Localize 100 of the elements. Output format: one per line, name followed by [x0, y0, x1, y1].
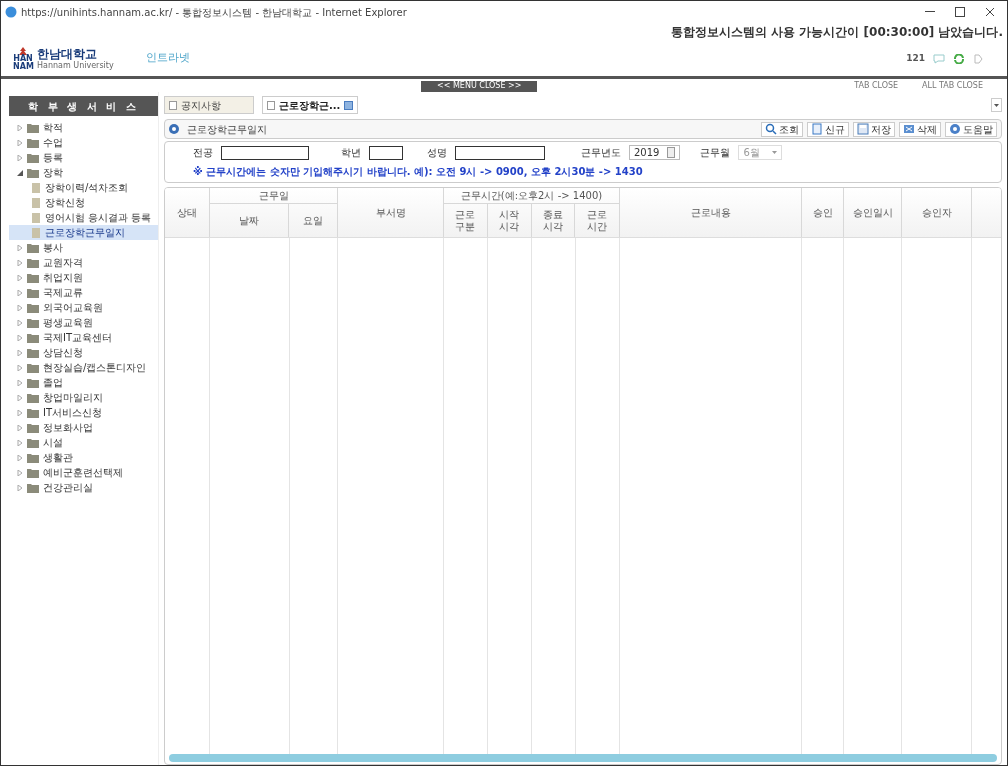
collapsed-arrow-icon[interactable]: [17, 139, 23, 146]
collapsed-arrow-icon[interactable]: [17, 274, 23, 281]
logo-text: 한남대학교: [37, 47, 98, 61]
sidebar-item[interactable]: 장학신청: [9, 195, 158, 210]
sidebar-item[interactable]: 국제교류: [9, 285, 158, 300]
toolbar-button[interactable]: 조회: [761, 121, 803, 137]
sidebar-item[interactable]: 졸업: [9, 375, 158, 390]
folder-icon: [27, 407, 39, 418]
collapsed-arrow-icon[interactable]: [17, 484, 23, 491]
sidebar-item[interactable]: 시설: [9, 435, 158, 450]
collapsed-arrow-icon[interactable]: [17, 469, 23, 476]
field-label: 근무월: [700, 146, 731, 160]
name-field[interactable]: [455, 145, 545, 160]
folder-icon: [27, 467, 39, 478]
caret-icon: [771, 151, 777, 154]
message-count: 121: [906, 51, 925, 65]
folder-icon: [27, 362, 39, 373]
sidebar-item[interactable]: 교원자격: [9, 255, 158, 270]
dropdown-icon[interactable]: [344, 100, 354, 110]
sidebar-item[interactable]: 수업: [9, 135, 158, 150]
folder-icon: [27, 332, 39, 343]
grade-field[interactable]: [369, 145, 403, 160]
sidebar-item[interactable]: 평생교육원: [9, 315, 158, 330]
logo-subtitle: Hannam University: [37, 60, 114, 70]
collapsed-arrow-icon[interactable]: [17, 304, 23, 311]
collapsed-arrow-icon[interactable]: [17, 349, 23, 356]
collapsed-arrow-icon[interactable]: [17, 394, 23, 401]
collapsed-arrow-icon[interactable]: [17, 319, 23, 326]
folder-icon: [27, 167, 39, 178]
folder-icon: [27, 377, 39, 388]
column-header: 승인: [802, 188, 844, 237]
collapsed-arrow-icon[interactable]: [17, 244, 23, 251]
panel-icon: [169, 124, 179, 134]
all-tab-close-link[interactable]: ALL TAB CLOSE: [922, 80, 983, 92]
message-icon[interactable]: [933, 53, 945, 64]
sidebar-item[interactable]: 창업마일리지: [9, 390, 158, 405]
sidebar-item[interactable]: 장학이력/석차조회: [9, 180, 158, 195]
tab-list-button[interactable]: [991, 98, 1002, 112]
toolbar-button[interactable]: 신규: [807, 121, 849, 137]
sidebar-item[interactable]: 취업지원: [9, 270, 158, 285]
sidebar-item[interactable]: IT서비스신청: [9, 405, 158, 420]
minimize-icon[interactable]: [925, 11, 935, 13]
sidebar-item[interactable]: 봉사: [9, 240, 158, 255]
logout-icon[interactable]: [973, 53, 983, 64]
major-field[interactable]: [221, 145, 309, 160]
folder-icon: [27, 452, 39, 463]
collapsed-arrow-icon[interactable]: [17, 364, 23, 371]
folder-icon: [27, 437, 39, 448]
sidebar-item[interactable]: 등록: [9, 150, 158, 165]
sidebar-item[interactable]: 현장실습/캡스톤디자인: [9, 360, 158, 375]
caret-icon: [994, 103, 999, 107]
year-spinner[interactable]: 2019: [629, 145, 681, 160]
panel-title: 근로장학근무일지: [187, 122, 267, 137]
sidebar-item[interactable]: 학적: [9, 120, 158, 135]
refresh-icon[interactable]: [953, 53, 965, 64]
search-icon: [765, 123, 777, 135]
tab[interactable]: 공지사항: [164, 96, 254, 114]
tab-close-link[interactable]: TAB CLOSE: [854, 80, 899, 92]
collapsed-arrow-icon[interactable]: [17, 124, 23, 131]
folder-icon: [27, 152, 39, 163]
sidebar-item[interactable]: 국제IT교육센터: [9, 330, 158, 345]
field-label: 전공: [193, 146, 213, 160]
collapsed-arrow-icon[interactable]: [17, 439, 23, 446]
sidebar-item[interactable]: 영어시험 응시결과 등록: [9, 210, 158, 225]
column-header: 날짜: [210, 204, 290, 237]
toolbar-button[interactable]: 삭제: [899, 121, 941, 137]
horizontal-scrollbar[interactable]: [169, 754, 997, 762]
collapsed-arrow-icon[interactable]: [17, 424, 23, 431]
sidebar-item[interactable]: 예비군훈련선택제: [9, 465, 158, 480]
sidebar-item[interactable]: 생활관: [9, 450, 158, 465]
sidebar-item[interactable]: 근로장학근무일지: [9, 225, 158, 240]
menu-close-button[interactable]: << MENU CLOSE >>: [421, 80, 538, 92]
sidebar-item[interactable]: 정보화사업: [9, 420, 158, 435]
page-icon: [31, 182, 41, 193]
collapsed-arrow-icon[interactable]: [17, 454, 23, 461]
collapsed-arrow-icon[interactable]: [17, 154, 23, 161]
folder-icon: [27, 422, 39, 433]
toolbar-button[interactable]: 저장: [853, 121, 895, 137]
sidebar-item[interactable]: 상담신청: [9, 345, 158, 360]
sidebar-item[interactable]: 장학: [9, 165, 158, 180]
delete-icon: [903, 123, 915, 135]
sidebar-item[interactable]: 외국어교육원: [9, 300, 158, 315]
folder-icon: [27, 317, 39, 328]
close-icon[interactable]: [985, 7, 995, 17]
expanded-arrow-icon[interactable]: [17, 169, 23, 176]
column-header: 종료 시각: [531, 204, 576, 237]
page-icon: [31, 197, 41, 208]
toolbar-button[interactable]: 도움말: [945, 121, 997, 137]
collapsed-arrow-icon[interactable]: [17, 409, 23, 416]
folder-icon: [27, 287, 39, 298]
maximize-button[interactable]: [955, 7, 965, 17]
sidebar-item[interactable]: 건강관리실: [9, 480, 158, 495]
collapsed-arrow-icon[interactable]: [17, 334, 23, 341]
input-note: ※ 근무시간에는 숫자만 기입해주시기 바랍니다. 예): 오전 9시 -> 0900, 오후 2시30분 -> 1430: [193, 165, 644, 179]
tab[interactable]: 근로장학근...: [262, 96, 359, 114]
collapsed-arrow-icon[interactable]: [17, 379, 23, 386]
session-notice: 통합정보시스템의 사용 가능시간이 [00:30:00] 남았습니다.: [671, 24, 1003, 41]
folder-icon: [27, 392, 39, 403]
collapsed-arrow-icon[interactable]: [17, 289, 23, 296]
collapsed-arrow-icon[interactable]: [17, 259, 23, 266]
